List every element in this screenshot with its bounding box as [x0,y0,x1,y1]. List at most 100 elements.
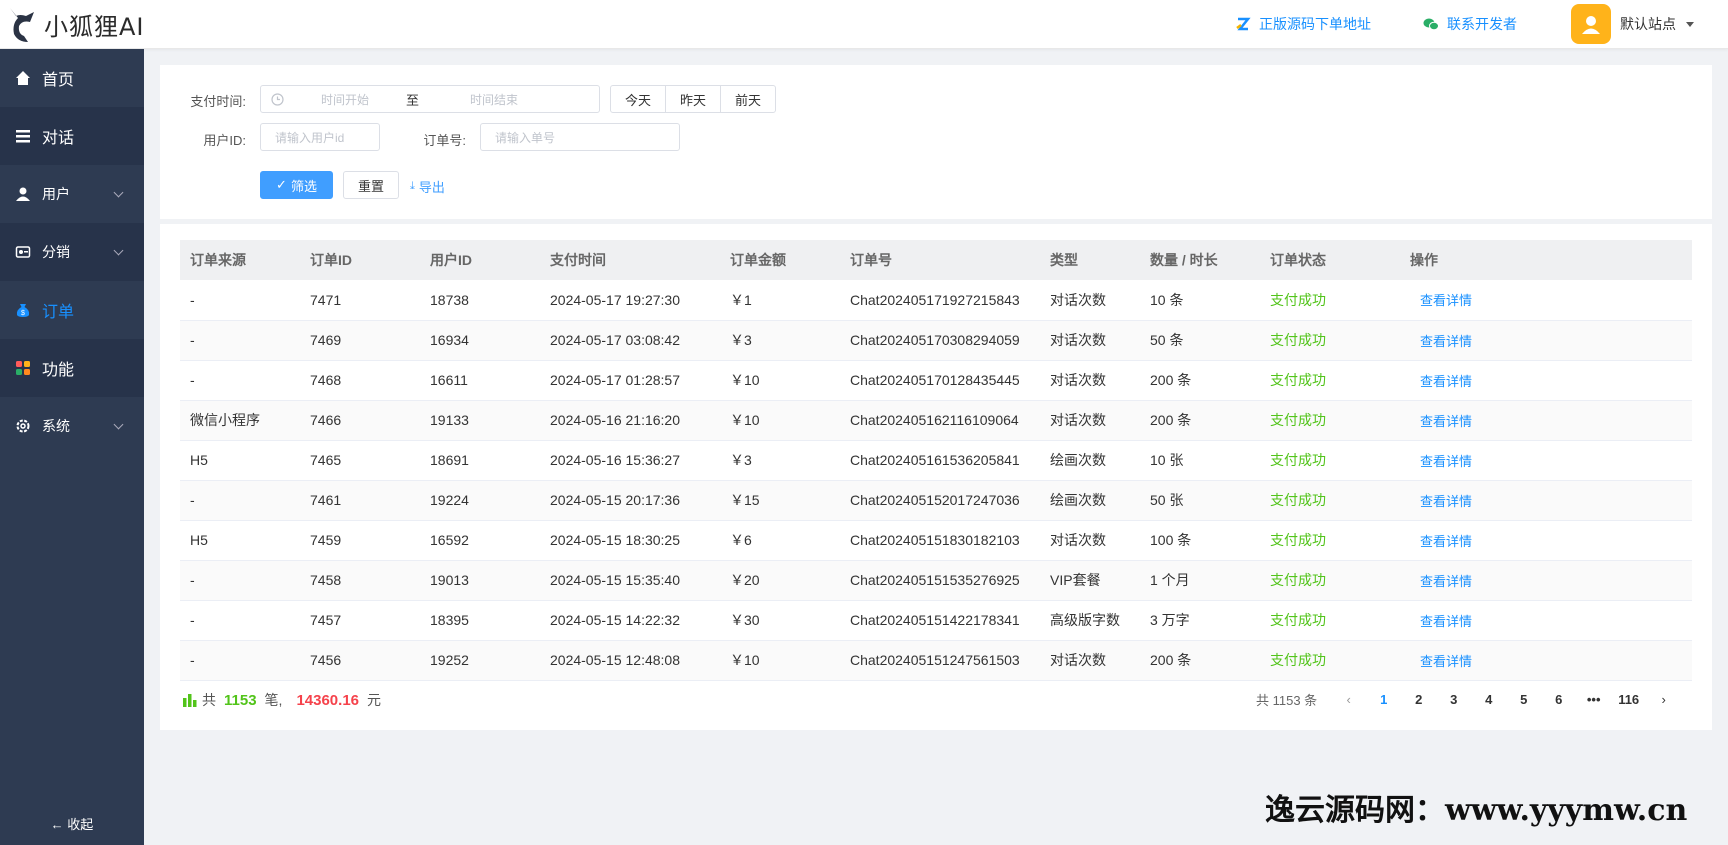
user-menu[interactable]: 默认站点 [1571,4,1694,44]
collapse-sidebar-button[interactable]: ← 收起 [0,814,144,833]
table-cell: ￥10 [720,400,840,441]
top-header: 小狐狸AI 正版源码下单地址 联系开发者 默认站点 [0,0,1728,49]
sidebar-item-label: 功能 [42,362,75,379]
page-6[interactable]: 6 [1541,692,1576,707]
more-pages-ellipsis[interactable]: ••• [1576,692,1611,707]
view-details-link[interactable]: 查看详情 [1410,654,1472,669]
table-cell: ￥10 [720,640,840,681]
settings-icon [14,417,32,435]
column-header: 订单来源 [180,240,300,280]
filter-button[interactable]: ✓ 筛选 [260,171,333,199]
column-header: 操作 [1400,240,1692,280]
column-header: 类型 [1040,240,1140,280]
reset-button[interactable]: 重置 [343,171,399,199]
today-button[interactable]: 今天 [610,85,666,113]
table-cell: 高级版字数 [1040,600,1140,641]
table-cell: 7465 [300,440,420,481]
pagination-total: 共 1153 条 [1256,693,1318,708]
page-4[interactable]: 4 [1471,692,1506,707]
table-cell: 16611 [420,360,540,401]
end-time-input[interactable]: 时间结束 [419,91,569,108]
sidebar-item-chat[interactable]: 对话 [0,107,144,165]
table-cell: 16934 [420,320,540,361]
table-cell: 18395 [420,600,540,641]
column-header: 数量 / 时长 [1140,240,1260,280]
order-no-input[interactable]: 请输入单号 [480,123,680,151]
status-badge: 支付成功 [1260,560,1400,601]
sidebar-item-users[interactable]: 用户 [0,165,144,223]
money-bag-icon: $ [14,301,32,319]
page-3[interactable]: 3 [1436,692,1471,707]
next-page-button[interactable]: › [1646,692,1681,707]
sidebar-item-system[interactable]: 系统 [0,397,144,455]
table-cell: - [180,280,300,321]
table-cell: 7469 [300,320,420,361]
view-details-link[interactable]: 查看详情 [1410,293,1472,308]
table-cell: 16592 [420,520,540,561]
action-cell: 查看详情 [1400,400,1692,441]
table-cell: 7468 [300,360,420,401]
view-details-link[interactable]: 查看详情 [1410,614,1472,629]
table-cell: 对话次数 [1040,640,1140,681]
prev-page-button[interactable]: ‹ [1331,692,1366,707]
action-cell: 查看详情 [1400,320,1692,361]
view-details-link[interactable]: 查看详情 [1410,334,1472,349]
page-1[interactable]: 1 [1366,692,1401,707]
table-cell: Chat202405152017247036 [840,480,1040,521]
table-cell: 2024-05-16 21:16:20 [540,400,720,441]
table-cell: Chat202405151535276925 [840,560,1040,601]
table-cell: 3 万字 [1140,600,1260,641]
page-2[interactable]: 2 [1401,692,1436,707]
view-details-link[interactable]: 查看详情 [1410,454,1472,469]
view-details-link[interactable]: 查看详情 [1410,534,1472,549]
table-cell: 18691 [420,440,540,481]
table-cell: Chat202405161536205841 [840,440,1040,481]
action-cell: 查看详情 [1400,560,1692,601]
sidebar: 首页 对话 用户 分销 $ 订单 功能 系统 ← 收起 [0,49,144,845]
view-details-link[interactable]: 查看详情 [1410,574,1472,589]
table-cell: 2024-05-17 01:28:57 [540,360,720,401]
chevron-down-icon [113,419,124,430]
view-details-link[interactable]: 查看详情 [1410,414,1472,429]
table-cell: 7461 [300,480,420,521]
table-cell: 对话次数 [1040,360,1140,401]
status-badge: 支付成功 [1260,480,1400,521]
pay-time-range-picker[interactable]: 时间开始 至 时间结束 [260,85,600,113]
logo[interactable]: 小狐狸AI [6,4,145,44]
export-button[interactable]: ⤓ 导出 [410,177,445,196]
table-cell: 绘画次数 [1040,440,1140,481]
table-cell: ￥10 [720,360,840,401]
table-cell: ￥1 [720,280,840,321]
table-cell: 50 条 [1140,320,1260,361]
table-row: H5 7465 18691 2024-05-16 15:36:27 ￥3 Chat2024… [180,440,1692,481]
table-cell: 7471 [300,280,420,321]
sidebar-item-orders[interactable]: $ 订单 [0,281,144,339]
sidebar-item-home[interactable]: 首页 [0,49,144,107]
user-avatar-icon [1582,16,1600,34]
user-id-input[interactable]: 请输入用户id [260,123,380,151]
sidebar-item-distribution[interactable]: 分销 [0,223,144,281]
yesterday-button[interactable]: 昨天 [665,85,721,113]
amount-unit: 元 [367,692,382,708]
source-order-link[interactable]: 正版源码下单地址 [1235,14,1371,34]
source-order-label: 正版源码下单地址 [1259,16,1371,32]
contact-developer-link[interactable]: 联系开发者 [1423,14,1517,34]
action-cell: 查看详情 [1400,360,1692,401]
page-116[interactable]: 116 [1611,692,1646,707]
order-no-label: 订单号: [423,133,466,148]
page-5[interactable]: 5 [1506,692,1541,707]
day-before-button[interactable]: 前天 [720,85,776,113]
table-row: -7457 18395 2024-05-15 14:22:32 ￥30 Chat2024… [180,600,1692,641]
download-icon: ⤓ [410,180,415,192]
sidebar-item-features[interactable]: 功能 [0,339,144,397]
table-cell: Chat202405151422178341 [840,600,1040,641]
view-details-link[interactable]: 查看详情 [1410,374,1472,389]
table-cell: Chat202405171927215843 [840,280,1040,321]
column-header: 订单号 [840,240,1040,280]
table-cell: 对话次数 [1040,520,1140,561]
order-summary: 共 1153 笔, 14360.16 元 [182,690,381,710]
start-time-input[interactable]: 时间开始 [284,91,406,108]
user-icon [14,185,32,203]
column-header: 用户ID [420,240,540,280]
view-details-link[interactable]: 查看详情 [1410,494,1472,509]
